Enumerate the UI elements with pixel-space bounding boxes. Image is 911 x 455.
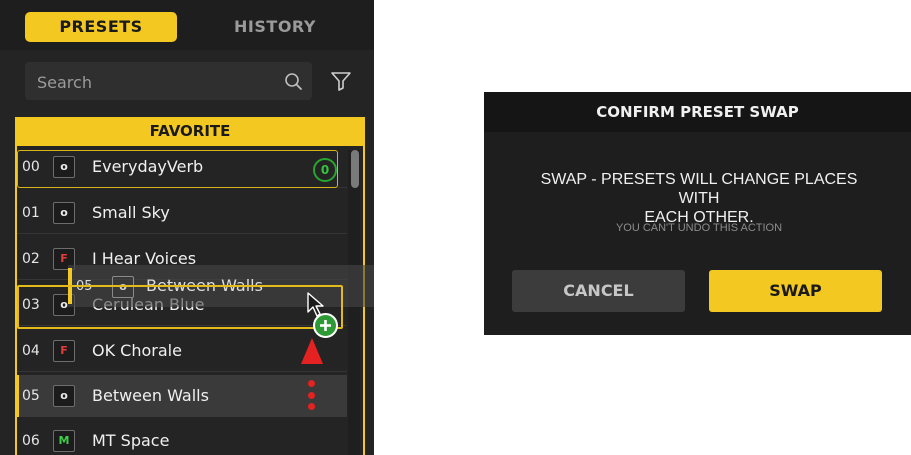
preset-type-badge: o bbox=[53, 202, 75, 224]
preset-row-04[interactable]: 04 F OK Chorale bbox=[17, 330, 347, 372]
swap-button[interactable]: SWAP bbox=[709, 270, 882, 312]
preset-row-01[interactable]: 01 o Small Sky bbox=[17, 192, 347, 234]
plus-icon bbox=[313, 313, 338, 338]
preset-type-badge: M bbox=[53, 430, 75, 452]
preset-number: 01 bbox=[22, 205, 40, 221]
preset-row-05[interactable]: 05 o Between Walls bbox=[15, 375, 347, 417]
dialog-message: SWAP - PRESETS WILL CHANGE PLACES WITH E… bbox=[519, 170, 879, 227]
scrollbar-thumb[interactable] bbox=[351, 150, 359, 188]
red-arrow-up-icon bbox=[301, 338, 323, 364]
preset-name: MT Space bbox=[92, 431, 170, 450]
red-dot-icon bbox=[308, 392, 315, 399]
dialog-warning: YOU CAN'T UNDO THIS ACTION bbox=[615, 222, 783, 234]
red-dot-icon bbox=[308, 380, 315, 387]
preset-type-badge: F bbox=[53, 340, 75, 362]
search-box bbox=[25, 62, 312, 100]
search-icon[interactable] bbox=[284, 72, 304, 92]
preset-panel: PRESETS HISTORY FAVORITE 00 o EverydayVe… bbox=[0, 0, 374, 455]
preset-name: Small Sky bbox=[92, 203, 170, 222]
tab-bar: PRESETS HISTORY bbox=[0, 0, 374, 50]
filter-icon[interactable] bbox=[330, 70, 352, 92]
drop-target-outline bbox=[17, 285, 343, 329]
favorite-header: FAVORITE bbox=[15, 117, 365, 146]
confirm-swap-dialog: CONFIRM PRESET SWAP SWAP - PRESETS WILL … bbox=[484, 92, 911, 335]
dialog-title: CONFIRM PRESET SWAP bbox=[484, 92, 911, 132]
preset-number: 05 bbox=[22, 388, 40, 404]
preset-number: 04 bbox=[22, 343, 40, 359]
preset-name: OK Chorale bbox=[92, 341, 182, 360]
preset-type-badge: o bbox=[53, 385, 75, 407]
dialog-message-line1: SWAP - PRESETS WILL CHANGE PLACES WITH bbox=[540, 171, 858, 207]
selected-row-marker bbox=[15, 375, 19, 417]
preset-name: Between Walls bbox=[92, 386, 209, 405]
preset-number: 06 bbox=[22, 433, 40, 449]
tab-presets[interactable]: PRESETS bbox=[25, 12, 177, 42]
preset-row-06[interactable]: 06 M MT Space bbox=[17, 420, 347, 455]
search-input[interactable] bbox=[35, 70, 279, 94]
tab-history[interactable]: HISTORY bbox=[200, 12, 350, 42]
cancel-button[interactable]: CANCEL bbox=[512, 270, 685, 312]
preset-number: 02 bbox=[22, 251, 40, 267]
favorite-count-badge: 0 bbox=[313, 158, 337, 182]
row-selection-outline bbox=[17, 150, 338, 188]
red-dot-icon bbox=[308, 403, 315, 410]
